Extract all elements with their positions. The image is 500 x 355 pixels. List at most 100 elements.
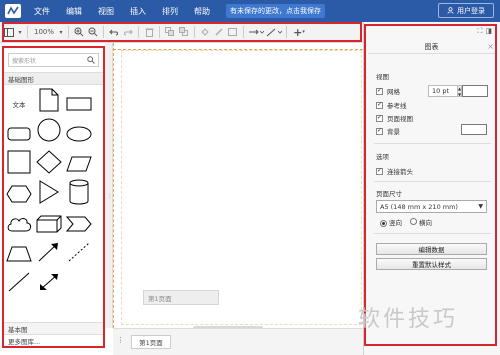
page-view-label: 页面视图 — [387, 115, 413, 123]
shape-circle[interactable] — [36, 117, 62, 143]
radio-selected-icon — [380, 220, 387, 227]
shape-line[interactable] — [6, 269, 32, 295]
shape-hexagon[interactable] — [6, 181, 32, 207]
shape-parallelogram[interactable] — [66, 151, 92, 177]
connector-arrow-icon — [249, 29, 265, 35]
more-libraries-link[interactable]: 更多图库... — [4, 334, 103, 346]
section-basic-diagram[interactable]: 基本图 — [4, 322, 103, 334]
page-view-checkbox[interactable]: ✓ 页面视图 — [376, 113, 413, 123]
checkbox-checked-icon: ✓ — [376, 87, 383, 95]
double-arrow-icon — [40, 274, 58, 290]
collapse-panel-icon[interactable]: ◨ — [485, 27, 492, 36]
landscape-radio[interactable]: 横向 — [410, 217, 432, 227]
menu-help[interactable]: 帮助 — [186, 6, 218, 17]
app-logo-icon — [7, 6, 19, 15]
background-color-swatch[interactable] — [461, 124, 487, 135]
line-color-button[interactable] — [212, 25, 226, 39]
shape-cloud[interactable] — [6, 211, 32, 237]
toolbar-divider — [103, 26, 105, 38]
app-logo[interactable] — [0, 0, 26, 22]
toolbar: ▾ 100% ▾ + ▾ — [0, 22, 363, 43]
menu-insert[interactable]: 插入 — [122, 6, 154, 17]
triangle-shape-icon — [39, 180, 59, 204]
hexagon-shape-icon — [6, 185, 32, 203]
shape-diamond[interactable] — [36, 149, 62, 175]
shape-bidirectional-arrow[interactable] — [36, 269, 62, 295]
tab-diagram[interactable]: 图表 — [368, 40, 495, 54]
fill-color-button[interactable] — [198, 25, 212, 39]
sidebar-footer: 基本图 更多图库... — [4, 322, 103, 346]
bring-to-front-icon — [165, 27, 175, 36]
zoom-in-button[interactable] — [72, 25, 86, 39]
trapezoid-shape-icon — [6, 246, 32, 262]
zoom-dropdown-icon[interactable]: ▾ — [57, 25, 65, 39]
page-size-select[interactable]: A5 (148 mm x 210 mm) ▼ — [376, 200, 487, 213]
insert-plus-button[interactable]: + ▾ — [290, 25, 308, 39]
shape-ellipse[interactable] — [66, 121, 92, 147]
cube-shape-icon — [36, 215, 62, 233]
parallelogram-shape-icon — [66, 156, 92, 172]
checkbox-checked-icon: ✓ — [376, 167, 383, 175]
portrait-radio[interactable]: 竖向 — [380, 217, 402, 227]
waypoint-style-button[interactable] — [265, 25, 283, 39]
search-icon[interactable] — [87, 56, 95, 64]
shape-text[interactable]: 文本 — [6, 91, 32, 117]
checkbox-checked-icon: ✓ — [376, 114, 383, 122]
section-basic-shapes-header[interactable]: 基础图形 — [4, 72, 103, 85]
edit-data-button[interactable]: 编辑数据 — [376, 243, 487, 255]
to-back-button[interactable] — [177, 25, 191, 39]
sidebar-splitter[interactable]: ⋮ — [105, 43, 113, 328]
shape-rectangle[interactable] — [66, 91, 92, 117]
line-icon — [8, 272, 30, 292]
fullscreen-icon[interactable]: ⛶ — [477, 27, 482, 36]
shape-triangle[interactable] — [36, 179, 62, 205]
panel-divider — [374, 143, 491, 144]
shape-cylinder[interactable] — [66, 179, 92, 205]
grid-size-input[interactable]: 10 pt — [428, 85, 458, 97]
background-checkbox[interactable]: ✓ 背景 — [376, 126, 400, 136]
shadow-button[interactable] — [226, 25, 240, 39]
shape-rounded-rectangle[interactable] — [6, 121, 32, 147]
rectangle-icon — [228, 27, 238, 36]
connection-style-button[interactable] — [247, 25, 265, 39]
shape-arrow-line[interactable] — [36, 239, 62, 265]
trash-icon — [145, 28, 154, 37]
panel-divider — [374, 181, 491, 182]
reset-style-button[interactable]: 重置默认样式 — [376, 258, 487, 270]
menu-file[interactable]: 文件 — [26, 6, 58, 17]
zoom-out-button[interactable] — [86, 25, 100, 39]
unsaved-changes-button[interactable]: 有未保存的更改，点击我保存 — [226, 4, 325, 18]
toolbar-divider — [138, 26, 140, 38]
redo-button[interactable] — [121, 25, 135, 39]
radio-unselected-icon — [410, 218, 417, 225]
undo-button[interactable] — [107, 25, 121, 39]
page-menu-icon[interactable]: ⋮ — [117, 336, 124, 344]
delete-button[interactable] — [142, 25, 156, 39]
format-panel-toggle-button[interactable] — [2, 25, 16, 39]
shape-search-input[interactable]: 搜索形状 — [8, 53, 99, 67]
grid-color-swatch[interactable] — [462, 85, 488, 97]
shape-cube[interactable] — [36, 211, 62, 237]
menu-arrange[interactable]: 排列 — [154, 6, 186, 17]
shape-step[interactable] — [66, 211, 92, 237]
menu-edit[interactable]: 编辑 — [58, 6, 90, 17]
portrait-label: 竖向 — [389, 219, 402, 227]
user-login-button[interactable]: 用户登录 — [438, 3, 494, 18]
shape-trapezoid[interactable] — [6, 241, 32, 267]
page-boundary — [121, 50, 362, 325]
shape-square[interactable] — [6, 149, 32, 175]
page-tab-1[interactable]: 第1页面 — [131, 335, 171, 349]
connection-arrows-checkbox[interactable]: ✓ 连接箭头 — [376, 166, 413, 176]
diamond-shape-icon — [36, 150, 62, 174]
zoom-level[interactable]: 100% — [31, 28, 57, 36]
guides-checkbox[interactable]: ✓ 参考线 — [376, 100, 407, 110]
shape-document[interactable] — [36, 87, 62, 113]
chevron-down-icon[interactable]: ▾ — [16, 25, 24, 39]
user-icon — [447, 7, 454, 14]
grid-checkbox[interactable]: ✓ 网格 — [376, 86, 400, 96]
menu-view[interactable]: 视图 — [90, 6, 122, 17]
close-icon[interactable]: × — [487, 42, 494, 51]
shape-dashed-line[interactable] — [66, 239, 92, 265]
panel-title: 图表 — [424, 42, 439, 51]
to-front-button[interactable] — [163, 25, 177, 39]
